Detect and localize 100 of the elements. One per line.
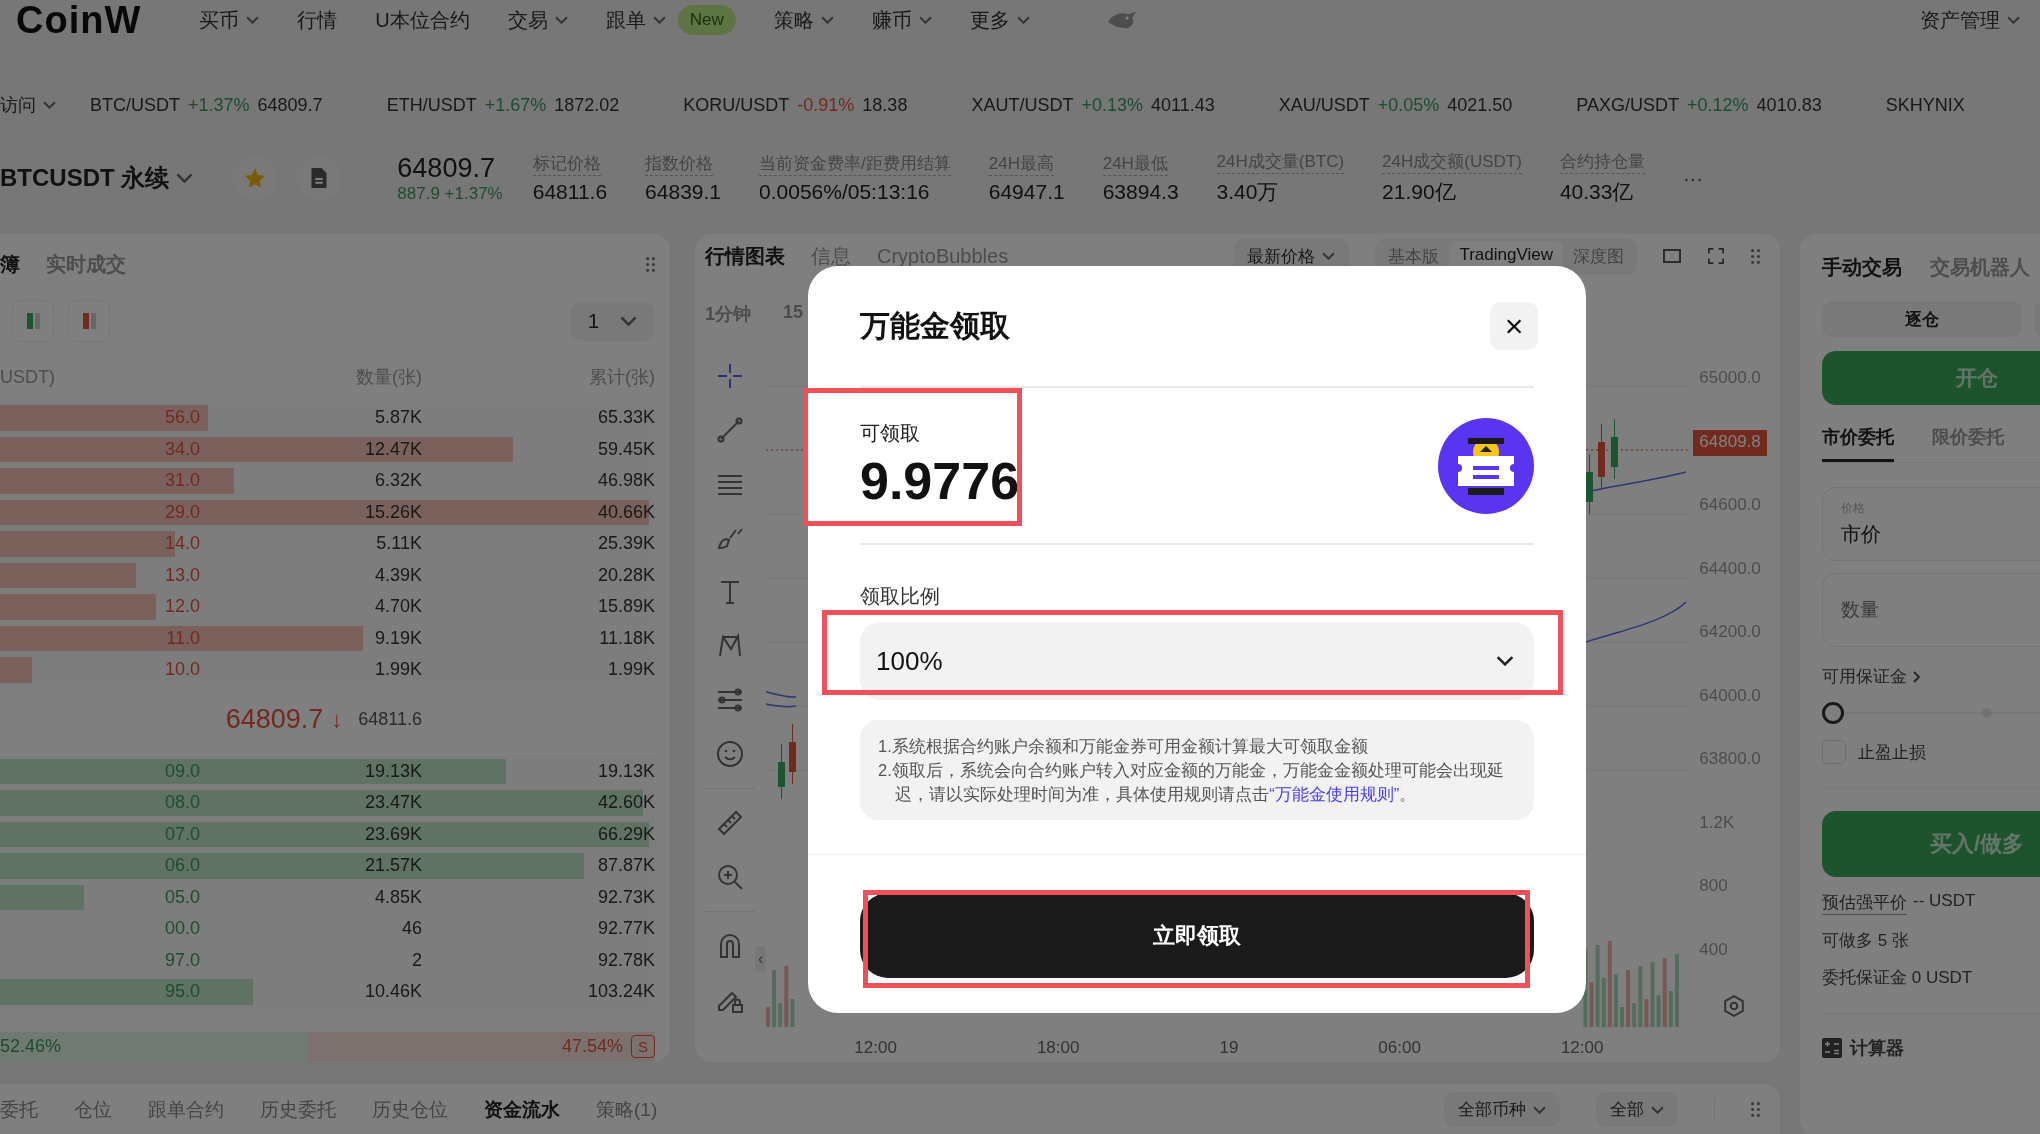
ticker-symbol[interactable]: KORU/USDT <box>683 94 790 116</box>
order-total: 59.45K <box>596 438 655 460</box>
ticker-symbol[interactable]: XAUT/USDT <box>971 94 1074 116</box>
ticker-price: 4011.43 <box>1150 94 1215 116</box>
stat-value: 3.40万 <box>1216 179 1280 205</box>
ticker-change: +1.37% <box>188 94 250 116</box>
logo[interactable]: CoinW <box>16 0 142 40</box>
close-button[interactable]: × <box>1490 302 1538 350</box>
order-total: 103.24K <box>586 981 655 1003</box>
recent-dropdown[interactable]: 访问 <box>0 93 56 117</box>
amount-value: 9.9776 <box>860 451 1020 511</box>
bottom-tab[interactable]: 资金流水 <box>484 1096 560 1123</box>
collapse-handle[interactable]: ‹ <box>755 945 767 972</box>
order-price: 29.0 <box>163 501 200 523</box>
nav-item[interactable]: 行情 <box>297 6 338 34</box>
order-total: 92.73K <box>596 886 655 908</box>
order-total: 1.99K <box>606 659 655 681</box>
precision-dropdown[interactable]: 1 <box>569 301 655 341</box>
panel-tab[interactable]: 手动交易 <box>1822 254 1902 281</box>
ticker-symbol[interactable]: XAU/USDT <box>1278 94 1370 116</box>
nav-item[interactable]: 买币 <box>199 6 260 34</box>
order-total: 92.78K <box>596 949 655 971</box>
order-total: 11.18K <box>598 627 655 649</box>
ticker-price: 64809.7 <box>257 94 323 116</box>
ticker-symbol[interactable]: ETH/USDT <box>386 94 477 116</box>
order-total: 46.98K <box>596 470 655 492</box>
panel-tab[interactable]: 簿 <box>0 250 20 278</box>
order-total: 40.66K <box>596 501 655 523</box>
checkbox-label: 止盈止损 <box>1858 741 1926 764</box>
symbol-dropdown[interactable]: BTCUSDT 永续 <box>0 162 194 194</box>
order-quantity: 10.46K <box>363 981 422 1003</box>
margin-mode-button[interactable]: 逐仓 <box>1822 301 2022 337</box>
order-price: 00.0 <box>163 918 200 940</box>
amount-label: 可领取 <box>860 421 921 446</box>
time-label: 12:00 <box>854 1038 897 1058</box>
nav-item[interactable]: 交易 <box>507 6 568 34</box>
nav-item[interactable]: 策略 <box>773 6 834 34</box>
down-arrow-icon: ↓ <box>331 706 343 733</box>
order-price: 14.0 <box>163 533 200 555</box>
order-price: 06.0 <box>163 855 200 877</box>
ratio-dropdown[interactable]: 100% <box>860 622 1534 700</box>
order-quantity: 6.32K <box>373 470 422 492</box>
bottom-tab[interactable]: 策略(1) <box>596 1096 658 1123</box>
rules-link[interactable]: “万能金使用规则” <box>1269 785 1400 803</box>
order-price: 56.0 <box>163 407 200 429</box>
liquidation-price-label: 预估强平价 <box>1822 891 1907 915</box>
nav-item[interactable]: 赚币 <box>871 6 932 34</box>
order-quantity: 1.99K <box>373 659 422 681</box>
bottom-tab[interactable]: 跟单合约 <box>148 1096 224 1123</box>
filter-dropdown[interactable]: 全部 <box>1596 1092 1678 1128</box>
stat-value: 0.0056%/05:13:16 <box>759 180 931 204</box>
bottom-tab[interactable]: 历史委托 <box>260 1096 336 1123</box>
more-button[interactable]: ··· <box>1682 166 1703 190</box>
nav-item[interactable]: 更多 <box>969 6 1030 34</box>
available-margin-link[interactable]: 可用保证金 <box>1822 665 2040 688</box>
order-total: 66.29K <box>596 823 655 845</box>
order-quantity: 4.85K <box>373 886 422 908</box>
bottom-tab[interactable]: 仓位 <box>74 1096 112 1123</box>
ticker-symbol[interactable]: SKHYNIX <box>1885 94 1965 116</box>
order-price: 97.0 <box>163 949 200 971</box>
stat-value: 21.90亿 <box>1382 179 1457 205</box>
ticker-change: +0.05% <box>1377 94 1440 116</box>
panel-tab[interactable]: 行情图表 <box>705 242 785 270</box>
quantity-field[interactable]: 数量 <box>1822 573 2040 647</box>
bottom-tab[interactable]: 委托 <box>0 1096 38 1123</box>
nav-item[interactable]: 跟单 <box>605 6 666 34</box>
time-label: 06:00 <box>1378 1038 1421 1058</box>
claim-button[interactable]: 立即领取 <box>860 893 1534 978</box>
stat-value: 63894.3 <box>1102 180 1179 204</box>
order-quantity: 4.39K <box>373 564 422 586</box>
nav-item[interactable]: U本位合约 <box>375 6 470 34</box>
sell-ratio: 47.54% <box>561 1036 623 1057</box>
order-price: 05.0 <box>163 886 200 908</box>
order-price: 13.0 <box>163 564 200 586</box>
ticker-change: -0.91% <box>797 94 855 116</box>
order-price: 95.0 <box>163 981 200 1003</box>
order-total: 20.28K <box>596 564 655 586</box>
time-label: 12:00 <box>1560 1038 1604 1058</box>
ticker-price: 4021.50 <box>1447 94 1513 116</box>
order-price: 09.0 <box>163 760 200 782</box>
info-text: 委托保证金 0 USDT <box>1822 967 1974 989</box>
order-quantity: 21.57K <box>363 855 422 877</box>
ticker-symbol[interactable]: PAXG/USDT <box>1576 94 1680 116</box>
calculator-link[interactable]: 计算器 <box>1850 1036 1904 1060</box>
info-text: 可做多 5 张 <box>1822 930 1910 952</box>
order-price: 10.0 <box>163 659 200 681</box>
nav-item[interactable]: 资产管理 <box>1920 6 2020 34</box>
ticker-symbol[interactable]: BTC/USDT <box>90 94 180 116</box>
time-label: 18:00 <box>1036 1038 1080 1058</box>
bottom-tab[interactable]: 历史仓位 <box>372 1096 448 1123</box>
liquidation-price-value: -- USDT <box>1913 891 1976 912</box>
ticker-change: +0.12% <box>1687 94 1749 116</box>
order-type-tab[interactable]: 市价委托 <box>1822 425 1894 462</box>
filter-dropdown[interactable]: 全部币种 <box>1444 1092 1560 1128</box>
sell-badge: S <box>631 1035 655 1058</box>
price-change: 887.9 +1.37% <box>397 183 503 204</box>
stat-value: 64811.6 <box>532 180 608 204</box>
last-price: 64809.7 <box>225 704 324 735</box>
order-total: 19.13K <box>596 760 655 782</box>
order-quantity: 9.19K <box>373 627 422 649</box>
